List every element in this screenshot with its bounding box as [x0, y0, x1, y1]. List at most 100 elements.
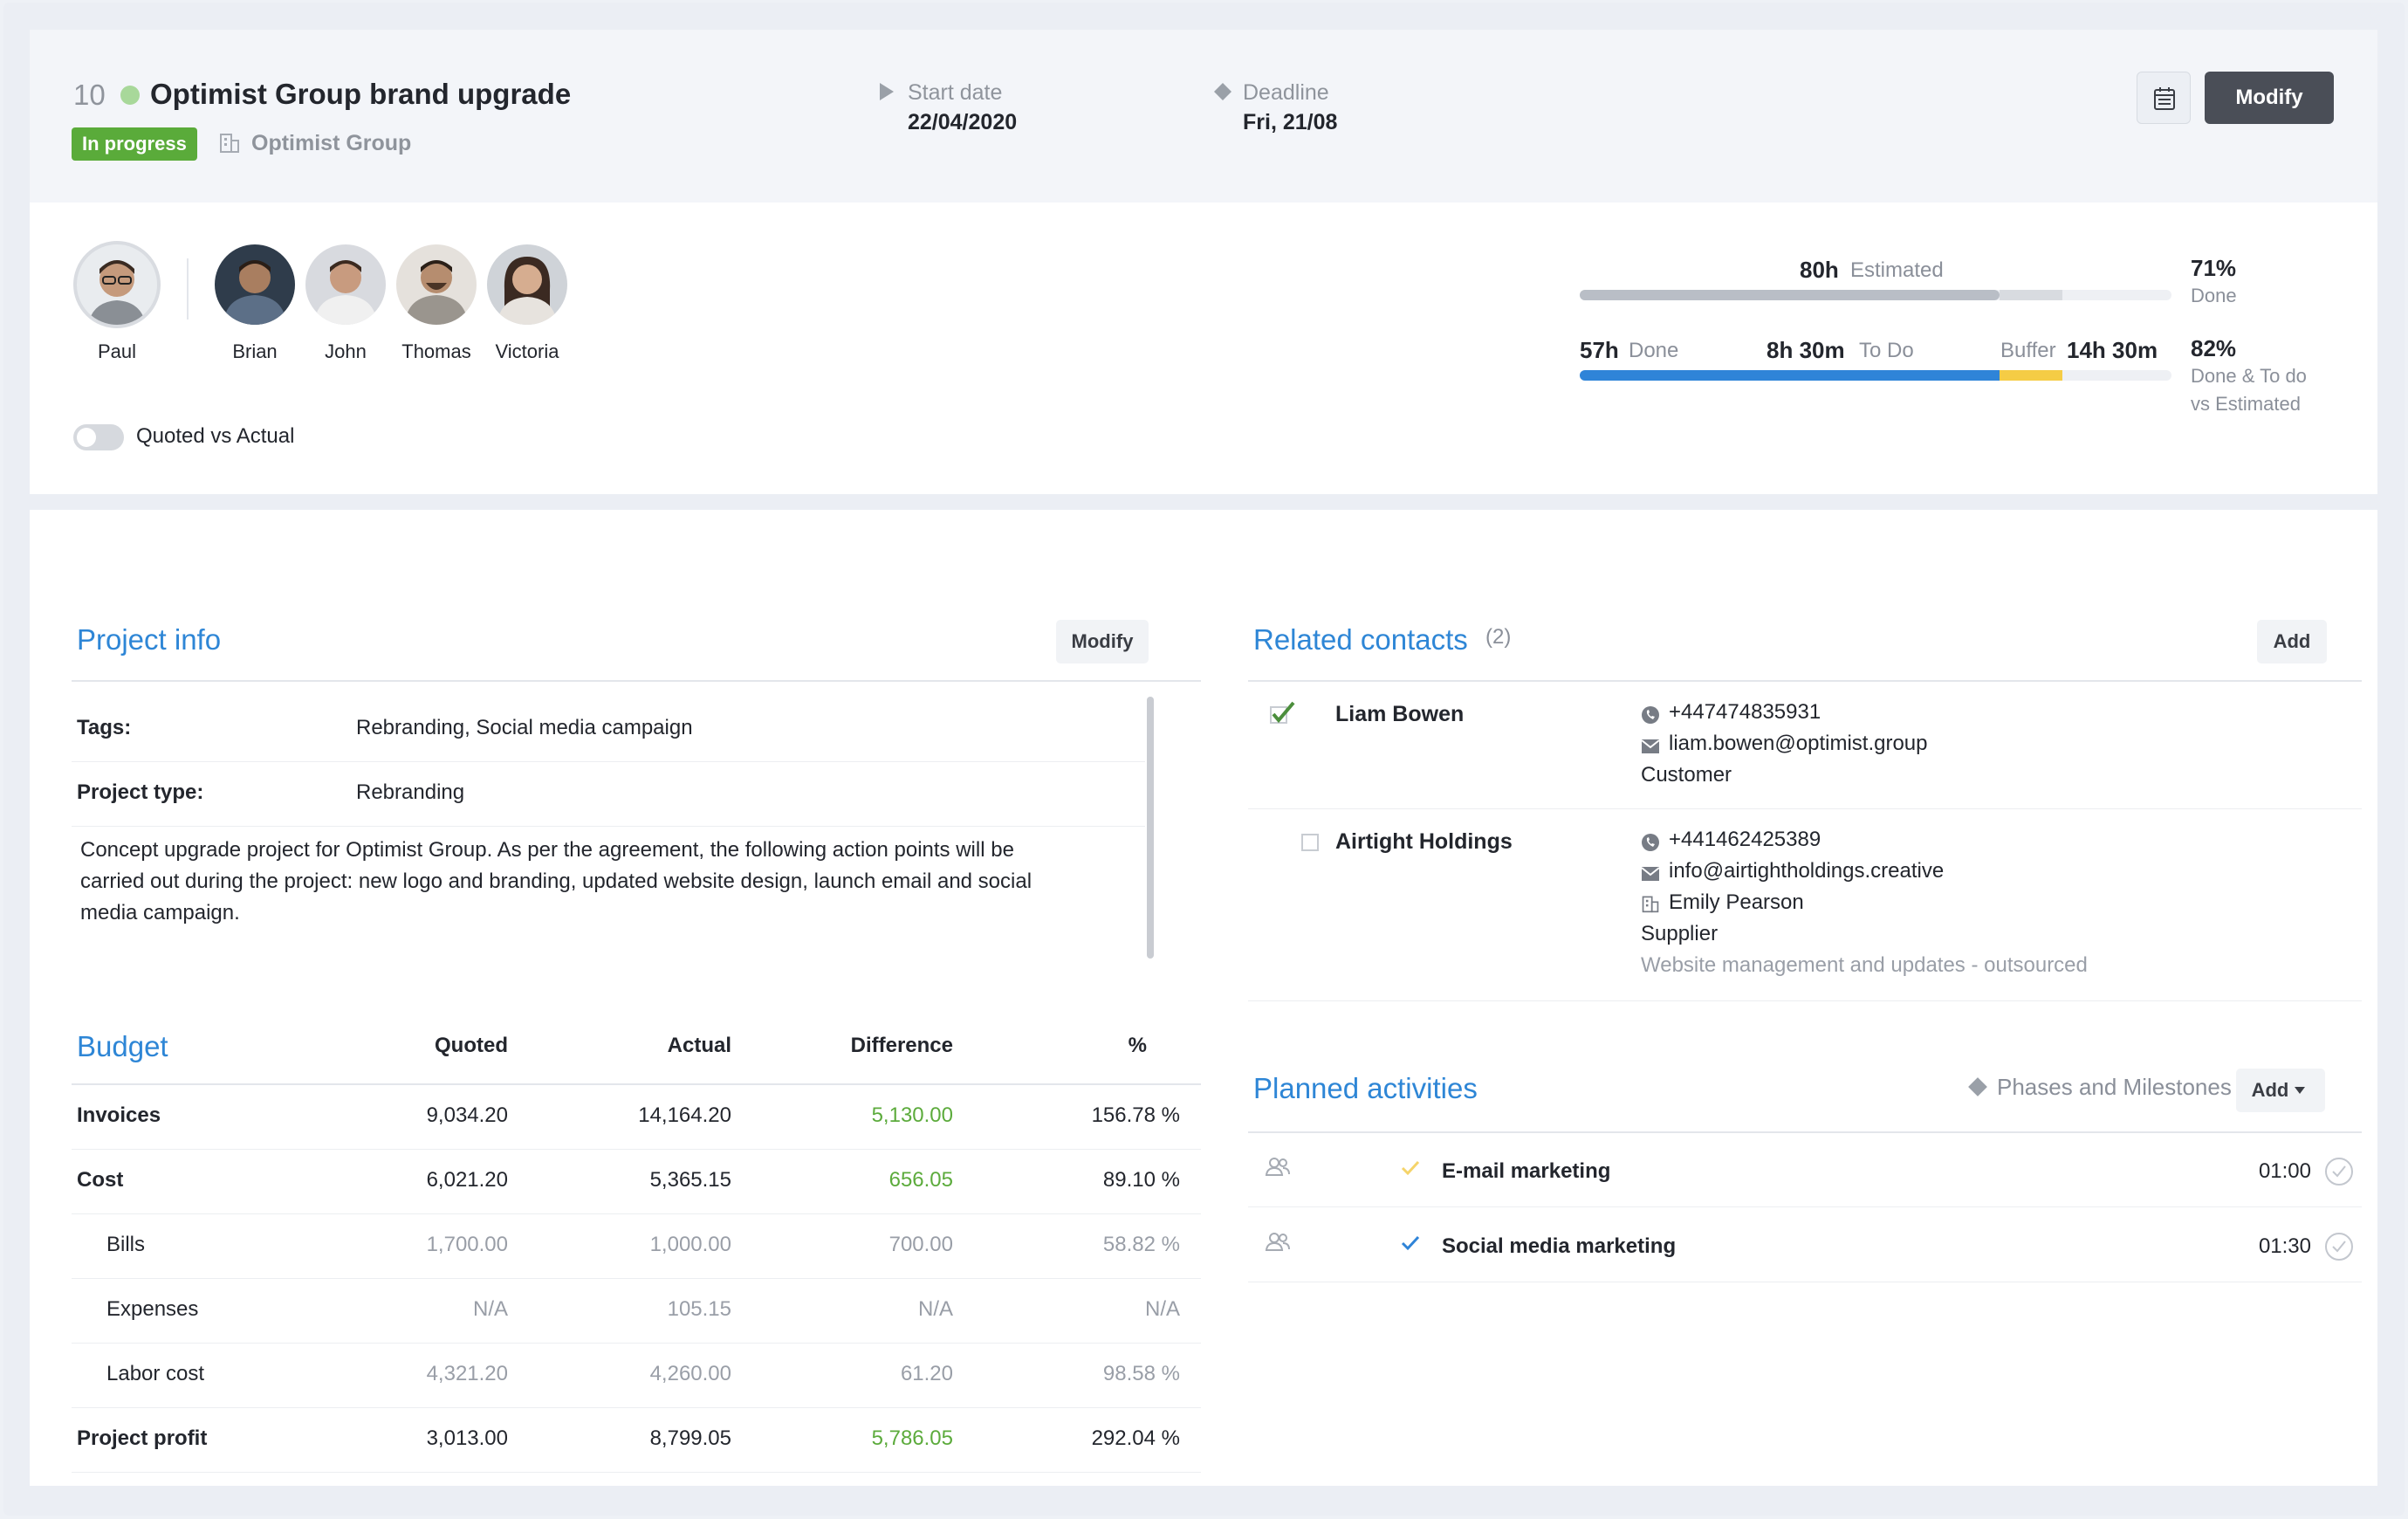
calendar-button[interactable]	[2137, 72, 2191, 124]
budget-row-label: Labor cost	[106, 1362, 205, 1385]
project-number: 10	[73, 79, 106, 111]
contact-note: Website management and updates - outsour…	[1641, 953, 2088, 977]
contact-phone[interactable]: +441462425389	[1669, 829, 1821, 850]
contact-name[interactable]: Liam Bowen	[1335, 704, 1464, 725]
activity-time: 01:00	[2258, 1159, 2311, 1183]
project-info-modify-button[interactable]: Modify	[1056, 620, 1149, 663]
row-divider	[72, 1149, 1201, 1150]
phone-icon	[1642, 834, 1659, 851]
complete-circle-icon[interactable]	[2323, 1231, 2355, 1262]
member-name: Brian	[232, 340, 278, 362]
project-type-label: Project type:	[77, 780, 204, 804]
budget-quoted: 4,321.20	[426, 1362, 508, 1385]
check-icon[interactable]	[1400, 1159, 1421, 1177]
contact-name[interactable]: Airtight Holdings	[1335, 831, 1513, 853]
email-icon	[1641, 739, 1660, 753]
row-divider	[72, 1407, 1201, 1408]
activity-name[interactable]: E-mail marketing	[1442, 1161, 1610, 1182]
quoted-vs-actual-toggle[interactable]	[73, 424, 124, 450]
building-icon	[1642, 896, 1659, 913]
member-avatar[interactable]	[396, 244, 477, 325]
todo-label: To Do	[1859, 339, 1914, 362]
budget-row-label: Bills	[106, 1233, 146, 1256]
done-hours: 57h	[1580, 337, 1619, 363]
add-activity-button[interactable]: Add	[2236, 1069, 2325, 1112]
budget-actual: 5,365.15	[649, 1168, 731, 1192]
buffer-hours: 14h 30m	[2067, 337, 2158, 363]
check-icon[interactable]	[1400, 1234, 1421, 1252]
checkbox-unchecked-icon[interactable]	[1300, 833, 1320, 852]
contacts-count: (2)	[1485, 625, 1512, 649]
project-type-value: Rebranding	[356, 780, 465, 804]
contact-email[interactable]: liam.bowen@optimist.group	[1669, 733, 1928, 754]
row-divider	[1248, 1206, 2362, 1207]
activity-name[interactable]: Social media marketing	[1442, 1236, 1676, 1257]
member-avatar[interactable]	[305, 244, 386, 325]
budget-row-label: Project profit	[77, 1426, 208, 1450]
contact-email[interactable]: info@airtightholdings.creative	[1669, 861, 1944, 882]
owner-avatar[interactable]	[73, 241, 161, 328]
tags-label: Tags:	[77, 716, 132, 739]
status-dot	[120, 86, 140, 105]
checkbox-checked-icon[interactable]	[1269, 700, 1299, 726]
member-name: John	[325, 340, 367, 362]
modify-project-button[interactable]: Modify	[2205, 72, 2334, 124]
budget-percent: 156.78 %	[1091, 1103, 1180, 1127]
diamond-icon	[1968, 1077, 1987, 1096]
project-header: 10 Optimist Group brand upgrade In progr…	[30, 30, 2377, 203]
buffer-bar-fill	[2000, 370, 2062, 381]
budget-percent: 89.10 %	[1102, 1168, 1180, 1192]
budget-title: Budget	[77, 1030, 168, 1062]
toggle-label: Quoted vs Actual	[136, 424, 295, 448]
project-info-title: Project info	[77, 623, 222, 656]
row-divider	[72, 1472, 1201, 1473]
budget-header: %	[1128, 1034, 1147, 1057]
done-hours-label: Done	[1629, 339, 1679, 362]
member-avatar[interactable]	[215, 244, 295, 325]
done-bar-fill	[1580, 370, 2000, 381]
calendar-icon	[2154, 87, 2175, 110]
team-section: Paul Brian John Thomas Victoria Quoted v…	[30, 203, 2377, 494]
budget-actual: 4,260.00	[649, 1362, 731, 1385]
budget-header: Quoted	[435, 1034, 508, 1057]
row-divider	[72, 1343, 1201, 1344]
budget-difference: 656.05	[888, 1168, 953, 1192]
done-percent-label: Done	[2191, 285, 2237, 306]
member-avatar[interactable]	[487, 244, 567, 325]
phone-icon	[1642, 706, 1659, 724]
complete-circle-icon[interactable]	[2323, 1156, 2355, 1187]
estimated-label: Estimated	[1850, 258, 1944, 282]
row-divider	[1248, 1000, 2362, 1001]
budget-header: Actual	[667, 1034, 731, 1057]
building-icon	[220, 134, 239, 153]
budget-quoted: 3,013.00	[426, 1426, 508, 1450]
done-percent: 71%	[2191, 255, 2237, 281]
phases-milestones-link[interactable]: Phases and Milestones	[1997, 1076, 2232, 1098]
todo-hours: 8h 30m	[1767, 337, 1845, 363]
budget-header: Difference	[850, 1034, 953, 1057]
client-link[interactable]: Optimist Group	[251, 133, 411, 155]
budget-percent: 98.58 %	[1102, 1362, 1180, 1385]
contact-person[interactable]: Emily Pearson	[1669, 892, 1804, 913]
estimated-bar-fill	[1580, 290, 2000, 300]
budget-row-label: Cost	[77, 1168, 124, 1192]
status-badge: In progress	[72, 127, 197, 161]
estimated-hours: 80h	[1800, 257, 1839, 283]
budget-quoted: 1,700.00	[426, 1233, 508, 1256]
buffer-label: Buffer	[2000, 339, 2056, 362]
contact-phone[interactable]: +447474835931	[1669, 702, 1821, 723]
project-info-scrollbar[interactable]	[1147, 697, 1154, 959]
done-todo-label: Done & To do	[2191, 365, 2307, 387]
description-line: carried out during the project: new logo…	[80, 869, 1032, 893]
avatar-divider	[187, 258, 189, 320]
budget-percent: 58.82 %	[1102, 1233, 1180, 1256]
activities-divider	[1248, 1131, 2362, 1133]
users-icon	[1265, 1233, 1290, 1251]
row-divider	[72, 1213, 1201, 1214]
description-line: Concept upgrade project for Optimist Gro…	[80, 838, 1014, 862]
budget-row-label: Invoices	[77, 1103, 161, 1127]
row-divider	[72, 1278, 1201, 1279]
add-contact-button[interactable]: Add	[2257, 620, 2327, 663]
budget-actual: 105.15	[667, 1297, 731, 1321]
deadline-value: Fri, 21/08	[1243, 110, 1338, 134]
